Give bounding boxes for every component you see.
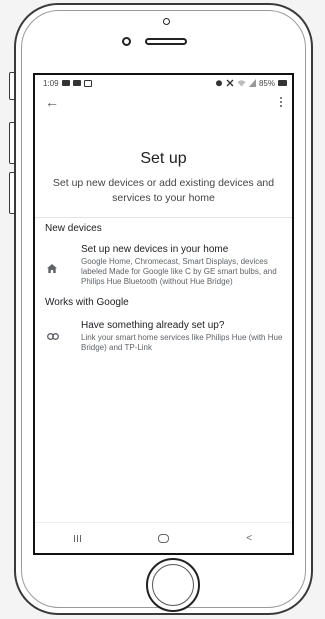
home-nav-button[interactable] bbox=[143, 533, 183, 543]
item-icon-container bbox=[47, 264, 81, 273]
front-camera bbox=[122, 37, 131, 46]
battery-icon bbox=[278, 80, 287, 86]
item-title: Set up new devices in your home bbox=[81, 244, 229, 255]
item-description: Google Home, Chromecast, Smart Displays,… bbox=[81, 257, 277, 286]
more-vert-icon[interactable] bbox=[278, 95, 285, 110]
section-header-works-with-google: Works with Google bbox=[45, 297, 129, 308]
device-screen: 1:09 85% ← Set up Set up new devices or … bbox=[33, 73, 294, 555]
notification-icon bbox=[61, 80, 70, 86]
status-bar: 1:09 85% bbox=[35, 75, 292, 91]
item-icon-container bbox=[47, 333, 81, 340]
signal-icon bbox=[248, 79, 256, 87]
link-icon bbox=[47, 333, 59, 340]
home-pill-icon bbox=[157, 533, 169, 543]
home-button-ring bbox=[152, 564, 194, 606]
system-nav-bar: < bbox=[35, 522, 292, 553]
home-icon bbox=[47, 264, 57, 273]
proximity-sensor bbox=[163, 18, 170, 25]
divider bbox=[35, 217, 292, 218]
status-left: 1:09 bbox=[43, 79, 92, 88]
item-text: Set up new devices in your home Google H… bbox=[81, 244, 284, 287]
notification-icon bbox=[72, 80, 81, 86]
page-title: Set up bbox=[140, 150, 187, 167]
back-chevron-icon: < bbox=[246, 532, 253, 544]
section-header-new-devices: New devices bbox=[45, 223, 102, 234]
item-text: Have something already set up? Link your… bbox=[81, 320, 284, 353]
arrow-left-icon[interactable]: ← bbox=[45, 95, 59, 109]
battery-percent: 85% bbox=[258, 78, 275, 88]
recents-button[interactable] bbox=[58, 534, 98, 542]
image-icon bbox=[83, 79, 92, 87]
earpiece-speaker bbox=[145, 38, 187, 45]
phone-home-button[interactable] bbox=[146, 558, 200, 612]
set-up-new-devices-item[interactable]: Set up new devices in your home Google H… bbox=[35, 244, 292, 287]
status-right: 85% bbox=[215, 79, 287, 88]
wifi-icon bbox=[237, 80, 246, 87]
back-nav-button[interactable]: < bbox=[229, 533, 269, 544]
page-subtitle: Set up new devices or add existing devic… bbox=[52, 177, 275, 204]
status-time: 1:09 bbox=[43, 78, 59, 88]
app-bar: ← bbox=[35, 91, 292, 113]
item-description: Link your smart home services like Phili… bbox=[81, 333, 283, 352]
alarm-icon bbox=[215, 80, 222, 87]
recents-icon bbox=[74, 534, 82, 542]
have-something-set-up-item[interactable]: Have something already set up? Link your… bbox=[35, 320, 292, 353]
item-title: Have something already set up? bbox=[81, 320, 225, 331]
mute-icon bbox=[226, 79, 234, 87]
